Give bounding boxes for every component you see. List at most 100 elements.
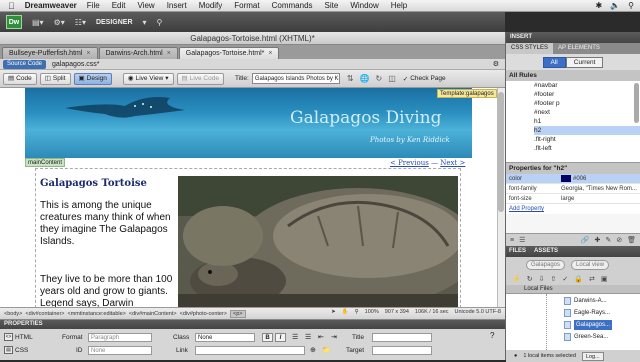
id-select[interactable]: None bbox=[88, 346, 152, 355]
title-input[interactable] bbox=[372, 333, 432, 342]
tab-galapagos-tortoise[interactable]: Galapagos-Tortoise.html* × bbox=[178, 47, 280, 59]
filter-icon[interactable]: ⚙ bbox=[493, 60, 499, 68]
live-view-button[interactable]: ◉ Live View ▾ bbox=[122, 72, 174, 85]
search-icon[interactable]: ⚲ bbox=[157, 18, 163, 27]
file-item[interactable]: Green-Sea... bbox=[564, 332, 608, 342]
ordered-list-icon[interactable]: ☰ bbox=[305, 333, 311, 341]
rule-item[interactable]: #footer bbox=[534, 90, 640, 99]
point-to-file-icon[interactable]: ⊕ bbox=[310, 346, 316, 354]
rule-item[interactable]: .flt-left bbox=[534, 144, 640, 153]
split-view-button[interactable]: ◫ Split bbox=[39, 72, 71, 85]
bold-button[interactable]: B bbox=[262, 333, 273, 342]
rule-item-selected[interactable]: h2 bbox=[534, 126, 640, 135]
check-page-button[interactable]: ✓ Check Page bbox=[403, 75, 446, 83]
menu-format[interactable]: Format bbox=[234, 1, 259, 10]
file-item[interactable]: Darwins-A... bbox=[564, 296, 607, 306]
local-files-header[interactable]: Local Files bbox=[506, 285, 640, 294]
edit-rule-icon[interactable]: ✎ bbox=[605, 236, 611, 244]
app-menu[interactable]: Dreamweaver bbox=[25, 1, 77, 10]
close-icon[interactable]: × bbox=[167, 50, 171, 57]
property-value[interactable]: large bbox=[558, 194, 640, 203]
page-heading[interactable]: Galapagos Tortoise bbox=[40, 178, 147, 189]
outdent-icon[interactable]: ⇤ bbox=[318, 333, 324, 341]
browse-folder-icon[interactable]: 📁 bbox=[322, 346, 331, 354]
target-select[interactable] bbox=[372, 346, 432, 355]
check-in-icon[interactable]: 🔒 bbox=[574, 275, 583, 283]
view-dropdown[interactable]: Local view bbox=[571, 260, 610, 270]
next-link[interactable]: Next > bbox=[440, 159, 465, 167]
insert-panel-header[interactable]: INSERT bbox=[506, 32, 640, 43]
tab-files[interactable]: FILES bbox=[509, 246, 526, 257]
list-icon[interactable]: ☰ bbox=[519, 236, 525, 244]
format-select[interactable]: Paragraph bbox=[88, 333, 152, 342]
refresh-icon[interactable]: ↻ bbox=[376, 74, 383, 83]
source-code-button[interactable]: Source Code bbox=[3, 59, 47, 69]
class-select[interactable]: None bbox=[195, 333, 255, 342]
log-button[interactable]: Log... bbox=[581, 351, 604, 361]
scrollbar-thumb[interactable] bbox=[498, 92, 504, 212]
rules-scrollbar[interactable] bbox=[634, 83, 639, 123]
tag-mmtinstance[interactable]: <mmtinstance:editable> bbox=[68, 311, 126, 317]
html-mode-button[interactable]: <> HTML bbox=[4, 333, 33, 341]
extend-icon[interactable]: ⚙▾ bbox=[54, 18, 65, 27]
main-content-region-tag[interactable]: mainContent bbox=[25, 158, 66, 167]
site-dropdown[interactable]: Galapagos bbox=[526, 260, 566, 270]
refresh-icon[interactable]: ↻ bbox=[527, 275, 533, 283]
close-icon[interactable]: × bbox=[268, 50, 272, 57]
menu-modify[interactable]: Modify bbox=[199, 1, 223, 10]
close-icon[interactable]: × bbox=[86, 50, 90, 57]
property-row-font-size[interactable]: font-size large bbox=[506, 194, 640, 204]
italic-button[interactable]: I bbox=[275, 333, 286, 342]
property-value[interactable]: #006 bbox=[558, 174, 640, 183]
code-view-button[interactable]: ▤ Code bbox=[3, 72, 37, 85]
menu-site[interactable]: Site bbox=[325, 1, 339, 10]
window-size[interactable]: 907 x 394 bbox=[385, 309, 409, 315]
file-management-icon[interactable]: ⇅ bbox=[347, 74, 354, 83]
zoom-tool-icon[interactable]: ⚲ bbox=[355, 309, 359, 315]
previous-link[interactable]: < Previous bbox=[390, 159, 429, 167]
design-view-button[interactable]: ▣ Design bbox=[73, 72, 112, 85]
az-icon[interactable]: ≡ bbox=[510, 237, 514, 244]
file-item[interactable]: Eagle-Rays... bbox=[564, 308, 610, 318]
page-title-input[interactable]: Galapagos Islands Photos by Ke bbox=[251, 73, 340, 84]
visual-aids-icon[interactable]: ◫ bbox=[388, 74, 396, 83]
rule-item[interactable]: #navbar bbox=[534, 81, 640, 90]
site-icon[interactable]: ☷▾ bbox=[75, 18, 86, 27]
hand-tool-icon[interactable]: ✋ bbox=[342, 309, 349, 315]
link-input[interactable] bbox=[195, 346, 305, 355]
spotlight-icon[interactable]: ⚲ bbox=[628, 1, 634, 10]
properties-header[interactable]: PROPERTIES bbox=[0, 320, 505, 329]
tag-p[interactable]: <p> bbox=[230, 309, 246, 318]
menu-insert[interactable]: Insert bbox=[167, 1, 187, 10]
live-code-button[interactable]: ▤ Live Code bbox=[176, 72, 224, 85]
all-button[interactable]: All bbox=[542, 56, 566, 68]
bluetooth-icon[interactable]: ✱ bbox=[595, 1, 602, 10]
connect-icon[interactable]: ⚡ bbox=[512, 275, 521, 283]
put-files-icon[interactable]: ⇧ bbox=[550, 275, 556, 283]
design-view-canvas[interactable]: Galapagos Diving Photos by Ken Riddick T… bbox=[0, 88, 505, 307]
rule-item[interactable]: h1 bbox=[534, 117, 640, 126]
add-property-link[interactable]: Add Property bbox=[506, 204, 640, 214]
preview-browser-icon[interactable]: 🌐 bbox=[360, 74, 370, 83]
tab-css-styles[interactable]: CSS STYLES bbox=[506, 43, 554, 54]
unordered-list-icon[interactable]: ☰ bbox=[292, 333, 298, 341]
tab-ap-elements[interactable]: AP ELEMENTS bbox=[553, 43, 605, 54]
tortoise-photo[interactable] bbox=[178, 176, 458, 307]
apple-icon[interactable]:  bbox=[8, 1, 15, 11]
expand-icon[interactable]: ▣ bbox=[601, 275, 608, 283]
menu-window[interactable]: Window bbox=[350, 1, 378, 10]
body-paragraph-1[interactable]: This is among the unique creatures many … bbox=[40, 200, 175, 248]
tag-photo-center[interactable]: <div#photo-center> bbox=[180, 311, 227, 317]
pointer-tool-icon[interactable]: ➤ bbox=[331, 309, 336, 315]
tab-assets[interactable]: ASSETS bbox=[534, 246, 558, 257]
zoom-level[interactable]: 100% bbox=[365, 309, 379, 315]
rule-item[interactable]: #next bbox=[534, 108, 640, 117]
property-row-font-family[interactable]: font-family Georgia, "Times New Rom... bbox=[506, 184, 640, 194]
disable-icon[interactable]: ⊘ bbox=[616, 236, 622, 244]
css-mode-button[interactable]: ▤ CSS bbox=[4, 346, 28, 354]
new-rule-icon[interactable]: ✚ bbox=[594, 236, 600, 244]
menu-view[interactable]: View bbox=[137, 1, 154, 10]
help-icon[interactable]: ? bbox=[490, 331, 494, 340]
menu-commands[interactable]: Commands bbox=[272, 1, 313, 10]
tab-bullseye-pufferfish[interactable]: Bullseye-Pufferfish.html × bbox=[2, 47, 98, 59]
